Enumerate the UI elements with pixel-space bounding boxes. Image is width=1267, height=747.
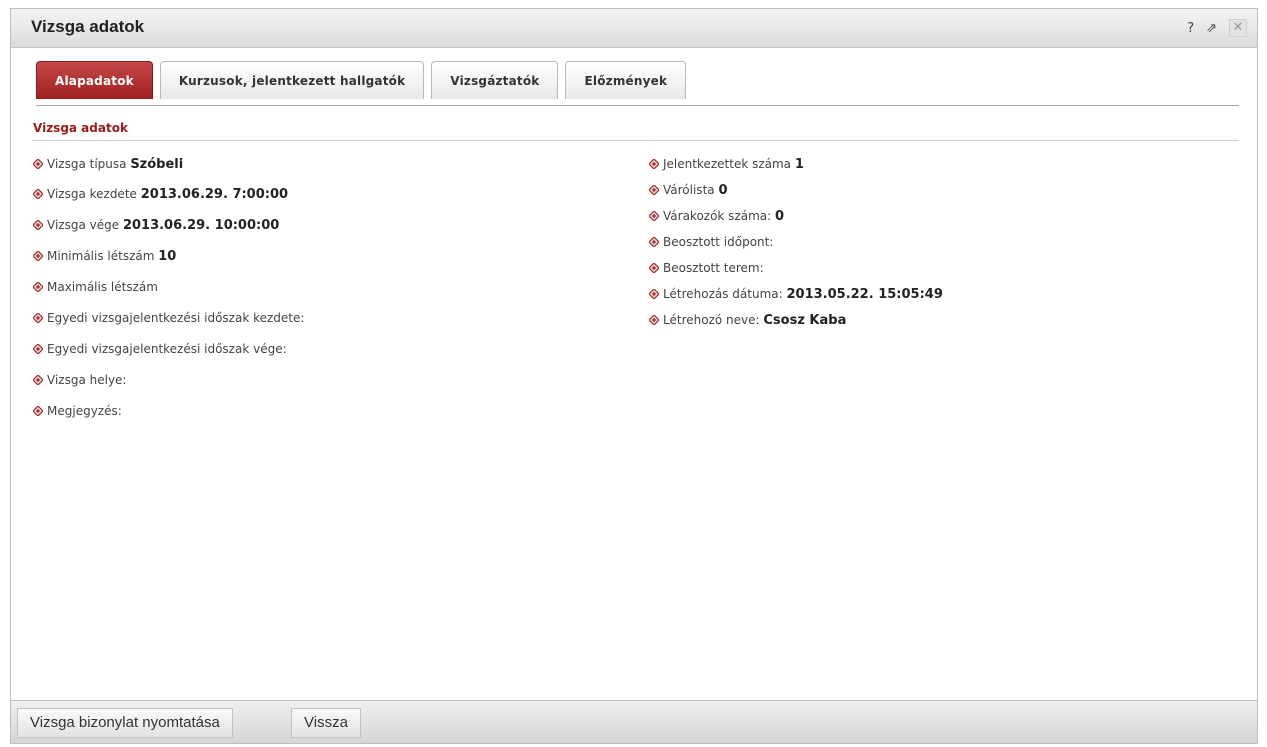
field-row: Minimális létszám 10 <box>33 249 304 280</box>
field-row: Egyedi vizsgajelentkezési időszak vége: <box>33 342 304 373</box>
field-row: Létrehozó neve: Csosz Kaba <box>649 313 943 339</box>
tab-kurzusok[interactable]: Kurzusok, jelentkezett hallgatók <box>159 61 425 99</box>
tab-elozmenyek[interactable]: Előzmények <box>565 61 687 99</box>
field-row: Beosztott időpont: <box>649 235 943 261</box>
field-row: Megjegyzés: <box>33 404 304 435</box>
diamond-bullet-icon <box>649 263 659 273</box>
field-row: Létrehozás dátuma: 2013.05.22. 15:05:49 <box>649 287 943 313</box>
field-label: Minimális létszám <box>47 249 155 263</box>
field-label: Várakozók száma: <box>663 209 772 223</box>
popout-icon[interactable]: ⇗ <box>1206 21 1217 36</box>
diamond-bullet-icon <box>649 237 659 247</box>
diamond-bullet-icon <box>33 251 43 261</box>
field-label: Várólista <box>663 183 715 197</box>
field-row: Egyedi vizsgajelentkezési időszak kezdet… <box>33 311 304 342</box>
field-row: Vizsga típusa Szóbeli <box>33 157 304 187</box>
dialog-footer: Vizsga bizonylat nyomtatása Vissza <box>11 700 1257 743</box>
tab-bar: Alapadatok Kurzusok, jelentkezett hallga… <box>36 61 687 99</box>
diamond-bullet-icon <box>649 211 659 221</box>
field-value: 2013.06.29. 10:00:00 <box>122 218 280 233</box>
field-label: Egyedi vizsgajelentkezési időszak kezdet… <box>47 311 305 325</box>
diamond-bullet-icon <box>33 282 43 292</box>
tab-alapadatok[interactable]: Alapadatok <box>36 61 153 99</box>
field-label: Vizsga típusa <box>47 157 127 171</box>
tab-vizsgaztatok[interactable]: Vizsgáztatók <box>431 61 559 99</box>
diamond-bullet-icon <box>33 375 43 385</box>
field-label: Vizsga helye: <box>47 373 127 387</box>
field-value: Csosz Kaba <box>763 313 847 328</box>
tab-divider <box>36 105 1239 106</box>
field-row: Vizsga kezdete 2013.06.29. 7:00:00 <box>33 187 304 218</box>
field-value: 1 <box>794 157 804 172</box>
titlebar-icons: ? ⇗ ✕ <box>1187 19 1247 37</box>
right-field-list: Jelentkezettek száma 1 Várólista 0 Várakoz… <box>649 157 943 339</box>
field-row: Maximális létszám <box>33 280 304 311</box>
section-divider <box>32 140 1239 141</box>
field-value: Szóbeli <box>130 157 184 172</box>
help-icon[interactable]: ? <box>1187 21 1194 36</box>
diamond-bullet-icon <box>33 159 43 169</box>
exam-details-dialog: Vizsga adatok ? ⇗ ✕ Alapadatok Kurzusok,… <box>10 8 1258 744</box>
dialog-titlebar: Vizsga adatok ? ⇗ ✕ <box>11 9 1257 48</box>
field-value: 0 <box>718 183 728 198</box>
field-label: Jelentkezettek száma <box>663 157 792 171</box>
diamond-bullet-icon <box>33 344 43 354</box>
field-label: Beosztott időpont: <box>663 235 774 249</box>
diamond-bullet-icon <box>649 185 659 195</box>
field-label: Létrehozó neve: <box>663 313 760 327</box>
field-label: Beosztott terem: <box>663 261 764 275</box>
field-row: Várakozók száma: 0 <box>649 209 943 235</box>
diamond-bullet-icon <box>649 159 659 169</box>
field-value: 10 <box>158 249 177 264</box>
field-label: Vizsga kezdete <box>47 187 137 201</box>
field-label: Létrehozás dátuma: <box>663 287 783 301</box>
field-row: Beosztott terem: <box>649 261 943 287</box>
field-value: 2013.06.29. 7:00:00 <box>140 187 289 202</box>
field-label: Vizsga vége <box>47 218 120 232</box>
field-row: Jelentkezettek száma 1 <box>649 157 943 183</box>
back-button[interactable]: Vissza <box>291 708 361 738</box>
diamond-bullet-icon <box>649 289 659 299</box>
left-field-list: Vizsga típusa Szóbeli Vizsga kezdete 2013… <box>33 157 304 435</box>
field-value: 0 <box>775 209 785 224</box>
print-certificate-button[interactable]: Vizsga bizonylat nyomtatása <box>17 708 233 738</box>
field-value: 2013.05.22. 15:05:49 <box>786 287 943 302</box>
section-title: Vizsga adatok <box>33 121 128 135</box>
dialog-title: Vizsga adatok <box>31 17 145 36</box>
diamond-bullet-icon <box>33 406 43 416</box>
diamond-bullet-icon <box>33 220 43 230</box>
close-icon[interactable]: ✕ <box>1229 19 1247 37</box>
diamond-bullet-icon <box>649 315 659 325</box>
field-label: Maximális létszám <box>47 280 158 294</box>
field-row: Vizsga vége 2013.06.29. 10:00:00 <box>33 218 304 249</box>
field-row: Várólista 0 <box>649 183 943 209</box>
field-row: Vizsga helye: <box>33 373 304 404</box>
diamond-bullet-icon <box>33 313 43 323</box>
field-label: Egyedi vizsgajelentkezési időszak vége: <box>47 342 287 356</box>
diamond-bullet-icon <box>33 189 43 199</box>
field-label: Megjegyzés: <box>47 404 122 418</box>
